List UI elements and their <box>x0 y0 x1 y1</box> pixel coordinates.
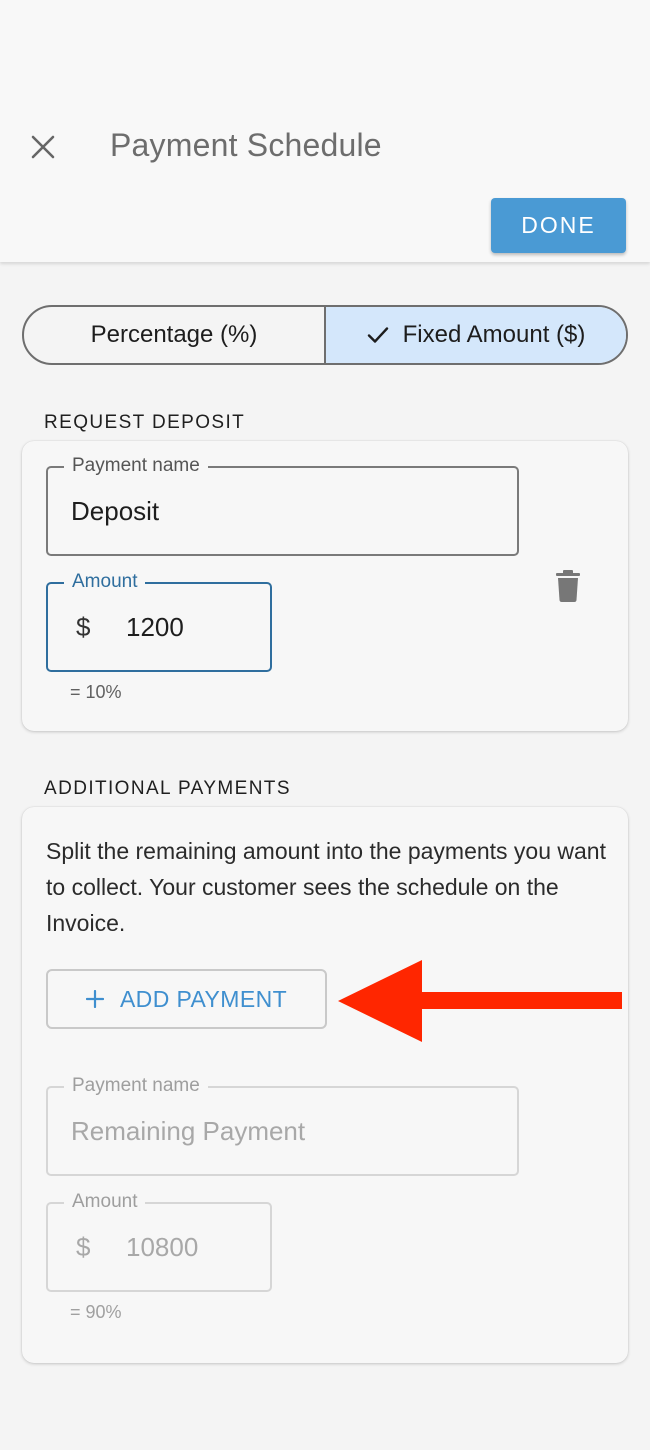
page-title: Payment Schedule <box>110 127 382 163</box>
deposit-percent-helper: = 10% <box>70 682 122 702</box>
trash-icon[interactable] <box>554 570 582 602</box>
remaining-name-field: Payment name Remaining Payment <box>46 1075 519 1176</box>
additional-payments-heading: ADDITIONAL PAYMENTS <box>44 778 291 799</box>
additional-payments-card: Split the remaining amount into the paym… <box>22 807 628 1363</box>
deposit-amount-field[interactable]: Amount $ 1200 <box>46 571 272 672</box>
plus-icon <box>85 990 104 1008</box>
remaining-amount-value: 10800 <box>126 1231 199 1262</box>
amount-mode-toggle: Percentage (%) Fixed Amount ($) <box>22 305 628 365</box>
close-button[interactable] <box>24 128 62 166</box>
check-icon <box>367 326 389 344</box>
top-app-bar: Payment Schedule DONE <box>0 0 650 262</box>
annotation-arrow-icon <box>338 960 622 1042</box>
request-deposit-heading: REQUEST DEPOSIT <box>44 412 246 433</box>
remaining-currency-symbol: $ <box>76 1231 91 1262</box>
add-payment-button[interactable]: ADD PAYMENT <box>46 969 327 1029</box>
additional-payments-description: Split the remaining amount into the paym… <box>46 838 606 936</box>
add-payment-label: ADD PAYMENT <box>119 985 288 1012</box>
deposit-amount-value: 1200 <box>126 611 184 642</box>
remaining-name-value: Remaining Payment <box>71 1115 306 1146</box>
fixed-amount-option[interactable]: Fixed Amount ($) <box>326 307 626 363</box>
done-button[interactable]: DONE <box>491 198 626 253</box>
deposit-currency-symbol: $ <box>76 611 91 642</box>
percentage-option-label: Percentage (%) <box>90 321 258 348</box>
payment-schedule-screen: Payment Schedule DONE Percentage (%) Fix… <box>0 0 650 1450</box>
deposit-card: Payment name Deposit Amount $ 1200 = 10% <box>22 441 628 731</box>
fixed-amount-option-label: Fixed Amount ($) <box>402 321 586 348</box>
percentage-option[interactable]: Percentage (%) <box>24 307 326 363</box>
remaining-percent-helper: = 90% <box>70 1302 122 1322</box>
remaining-amount-field: Amount $ 10800 <box>46 1191 272 1292</box>
close-icon <box>31 135 55 159</box>
deposit-name-field[interactable]: Payment name Deposit <box>46 455 519 556</box>
deposit-name-value: Deposit <box>71 495 160 526</box>
